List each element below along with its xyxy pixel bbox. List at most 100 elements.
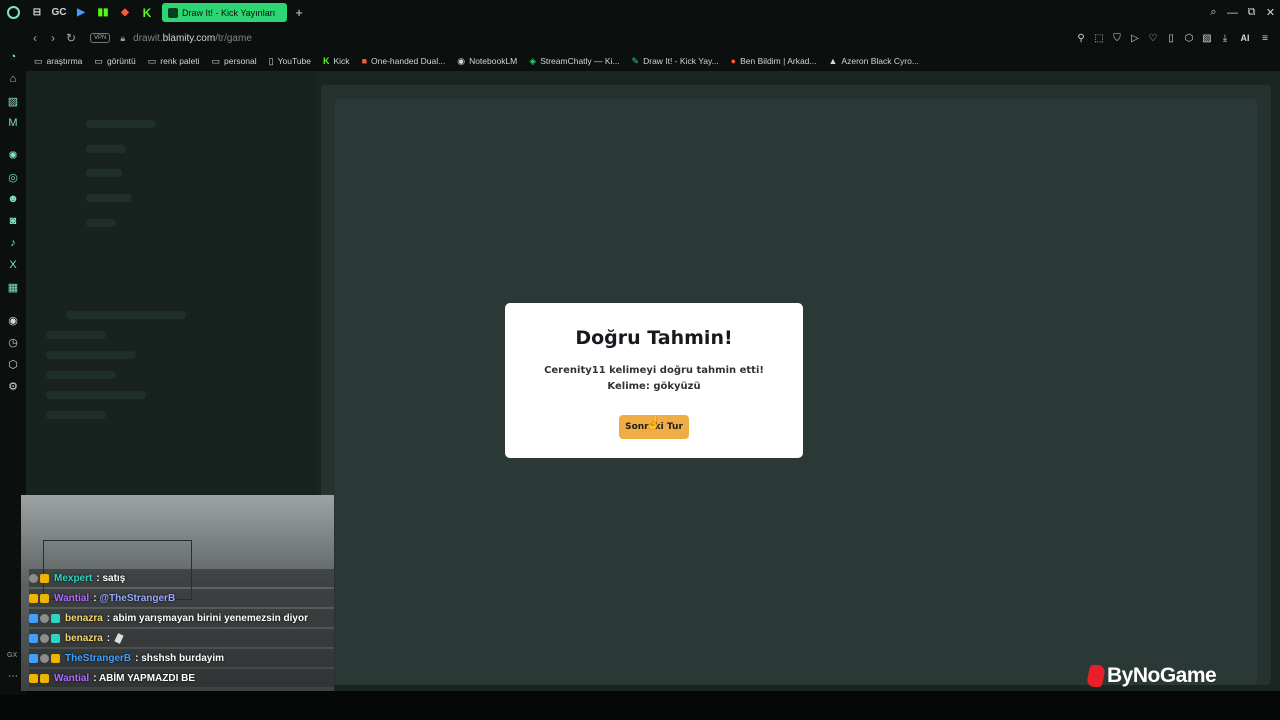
- gx-logo-icon[interactable]: [0, 0, 26, 25]
- reload-button[interactable]: ↻: [62, 31, 80, 45]
- address-tools: ⚲ ⬚ ⛉ ▷ ♡ ▯ ⬡ ▨ ⤓ AI ≡: [1072, 25, 1274, 51]
- badge-icon: [40, 593, 49, 603]
- pin-icon[interactable]: ⚲: [1072, 33, 1090, 44]
- maximize-button[interactable]: ⧉: [1242, 6, 1261, 19]
- badge-icon: [29, 633, 38, 643]
- gamepad-icon[interactable]: ⊟: [26, 0, 48, 25]
- forward-button[interactable]: ›: [44, 31, 62, 45]
- badge-icon: [29, 673, 38, 683]
- chat-username: TheStrangerB: [65, 652, 132, 664]
- chat-text: : ABİM YAPMAZDI BE: [93, 672, 196, 684]
- blurred-row: [66, 311, 186, 319]
- shield-icon[interactable]: ⛉: [1108, 33, 1126, 44]
- x-icon[interactable]: X: [0, 259, 26, 271]
- stream-chat-overlay: Mexpert: satış Wantial: @TheStrangerB be…: [21, 495, 334, 691]
- bookmark-youtube[interactable]: ▯ YouTube: [269, 56, 311, 67]
- dialog-message: Cerenity11 kelimeyi doğru tahmin etti! K…: [544, 365, 764, 392]
- notebook-icon: ◉: [457, 55, 466, 66]
- tiktok-icon[interactable]: ♪: [0, 237, 26, 249]
- settings-icon[interactable]: ⚙: [0, 380, 26, 393]
- page-icon[interactable]: ▯: [1162, 33, 1180, 44]
- gc-icon[interactable]: GC: [48, 0, 70, 25]
- chatgpt-icon[interactable]: ✺: [0, 149, 26, 162]
- bookmark-kick[interactable]: K Kick: [323, 56, 350, 66]
- new-tab-button[interactable]: +: [291, 5, 307, 21]
- instagram-icon[interactable]: ◙: [0, 215, 26, 227]
- play-icon[interactable]: ▷: [1126, 33, 1144, 44]
- correct-guess-dialog: Doğru Tahmin! Cerenity11 kelimeyi doğru …: [505, 303, 803, 458]
- vpn-badge[interactable]: VPN: [90, 33, 111, 43]
- url-field[interactable]: drawit.blamity.com/tr/game: [133, 33, 252, 44]
- bookmark-azeron[interactable]: ▲ Azeron Black Cyro...: [829, 56, 919, 66]
- chat-message: benazra: abim yarışmayan birini yenemezs…: [29, 609, 334, 627]
- badge-icon: [51, 633, 60, 643]
- dialog-title: Doğru Tahmin!: [575, 327, 733, 349]
- bookmark-draw-it[interactable]: ✎ Draw It! - Kick Yay...: [632, 56, 719, 67]
- watermark-text: ByNoGame: [1107, 664, 1217, 687]
- bottom-strip: [0, 695, 1280, 720]
- extension-image-icon[interactable]: ▨: [1198, 33, 1216, 44]
- folder-icon: ▭: [147, 55, 157, 66]
- chat-icon: ◈: [529, 55, 537, 66]
- badge-icon: [40, 633, 49, 643]
- minimize-button[interactable]: —: [1223, 7, 1242, 19]
- badge-icon: [51, 613, 60, 623]
- chat-text: :: [106, 632, 111, 644]
- chat-text: : shshsh burdayim: [135, 652, 225, 664]
- bookmark-renk-paleti[interactable]: ▭ renk paleti: [148, 56, 200, 67]
- whatsapp-icon[interactable]: ◎: [0, 171, 26, 184]
- tab-draw-it[interactable]: Draw It! - Kick Yayınları: [162, 3, 287, 22]
- search-icon[interactable]: ⌕: [1204, 6, 1223, 19]
- blurred-row: [46, 411, 106, 419]
- ai-button[interactable]: AI: [1234, 33, 1256, 43]
- window-controls: ⌕ — ⧉ ✕: [1204, 0, 1280, 25]
- close-button[interactable]: ✕: [1261, 6, 1280, 19]
- hand-cursor-icon: ☝: [645, 415, 662, 430]
- bars-icon[interactable]: ▮▮: [92, 0, 114, 25]
- bookmark-one-handed[interactable]: ■ One-handed Dual...: [362, 56, 446, 66]
- bookmarks-bar: ▭ araştırma ▭ görüntü ▭ renk paleti ▭ person…: [26, 51, 1280, 71]
- badge-icon: [51, 653, 60, 663]
- pencil-icon: ✎: [631, 55, 640, 66]
- speed-dial-icon[interactable]: ◔: [0, 51, 26, 63]
- bynogame-logo-icon: [1085, 665, 1107, 687]
- bookmark-personal[interactable]: ▭ personal: [212, 56, 257, 67]
- pencil-emote-icon: [114, 632, 124, 644]
- chat-username: Wantial: [54, 592, 90, 604]
- play-icon[interactable]: ▶: [70, 0, 92, 25]
- extensions-icon[interactable]: ⬡: [1180, 33, 1198, 44]
- bookmark-arastirma[interactable]: ▭ araştırma: [34, 56, 82, 67]
- blurred-row: [46, 331, 106, 339]
- discord-icon[interactable]: ☻: [0, 193, 26, 205]
- bookmark-goruntu[interactable]: ▭ görüntü: [94, 56, 135, 67]
- blurred-row: [86, 169, 122, 177]
- heart-icon[interactable]: ♡: [1144, 33, 1162, 44]
- m-icon[interactable]: M: [0, 117, 26, 129]
- screenshot-icon[interactable]: ⬚: [1090, 33, 1108, 44]
- notes-icon[interactable]: ▨: [0, 95, 26, 108]
- player-icon[interactable]: ◉: [0, 314, 26, 327]
- blurred-row: [46, 371, 116, 379]
- download-icon[interactable]: ⤓: [1216, 33, 1234, 44]
- badge-icon: [40, 673, 49, 683]
- translate-icon[interactable]: ▦: [0, 281, 26, 294]
- blurred-row: [86, 120, 156, 128]
- more-icon[interactable]: ⋯: [8, 671, 18, 682]
- extensions-icon[interactable]: ⬡: [0, 358, 26, 371]
- page-icon: ▯: [268, 55, 274, 66]
- menu-icon[interactable]: ≡: [1256, 33, 1274, 44]
- bookmark-streamchatly[interactable]: ◈ StreamChatly — Ki...: [529, 56, 619, 67]
- back-button[interactable]: ‹: [26, 31, 44, 45]
- history-icon[interactable]: ◷: [0, 336, 26, 349]
- chat-text: : abim yarışmayan birini yenemezsin diyo…: [106, 612, 308, 624]
- badge-icon: [40, 653, 49, 663]
- bookmark-ben-bildim[interactable]: ● Ben Bildim | Arkad...: [731, 56, 817, 66]
- badge-icon: [29, 593, 38, 603]
- chat-message: Wantial: @TheStrangerB: [29, 589, 334, 607]
- kick-icon[interactable]: K: [136, 0, 158, 25]
- lock-icon[interactable]: 🔒︎: [120, 33, 125, 44]
- blurred-row: [86, 145, 126, 153]
- bookmark-notebooklm[interactable]: ◉ NotebookLM: [457, 56, 517, 67]
- bag-icon[interactable]: ⌂: [0, 73, 26, 85]
- red-logo-icon[interactable]: ◆: [114, 0, 136, 25]
